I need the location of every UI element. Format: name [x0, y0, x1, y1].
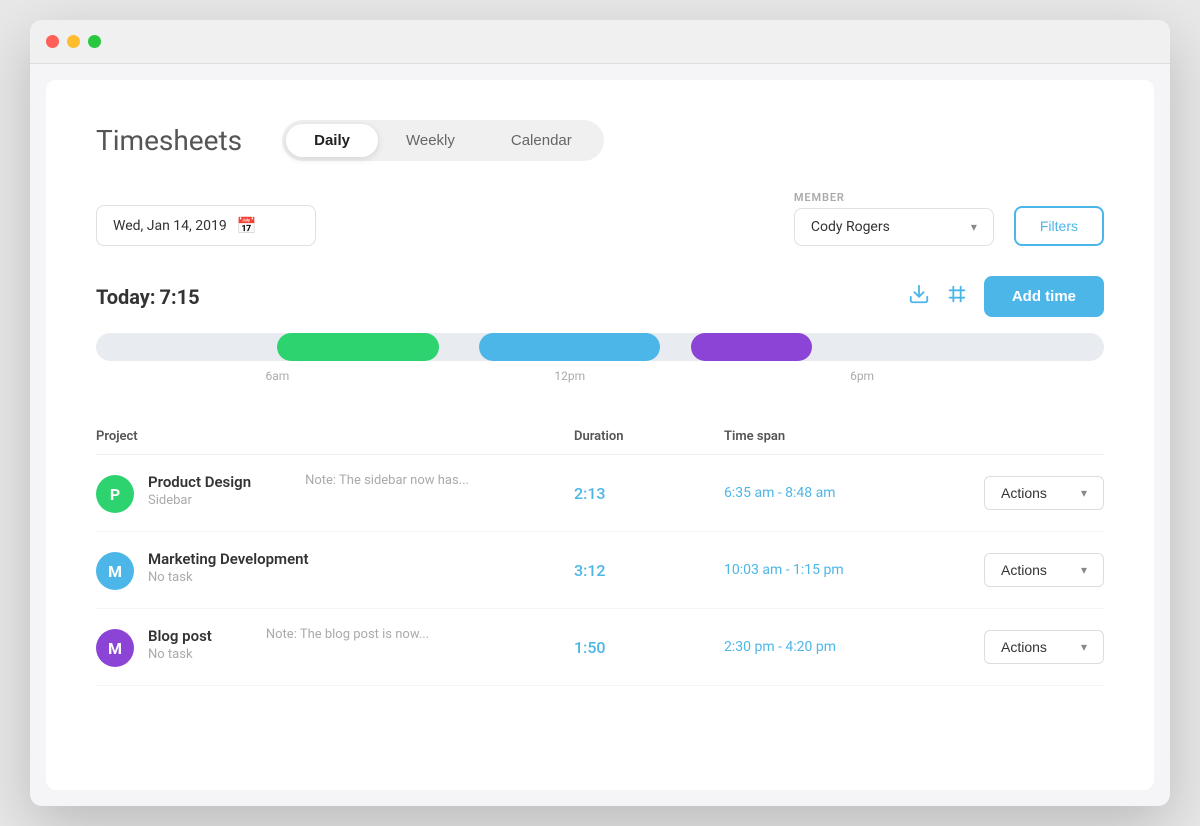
actions-chevron-icon-2: ▾	[1081, 563, 1087, 577]
toolbar-icons: Add time	[908, 276, 1104, 317]
note-1: Note: The sidebar now has...	[305, 473, 469, 488]
avatar-3: M	[96, 629, 134, 667]
traffic-lights	[46, 35, 101, 48]
main-content: Timesheets Daily Weekly Calendar Wed, Ja…	[46, 80, 1154, 790]
timespan-3: 2:30 pm - 4:20 pm	[724, 639, 924, 655]
today-time: 7:15	[159, 285, 199, 309]
actions-cell-3: Actions ▾	[924, 630, 1104, 664]
table-row: M Marketing Development No task 3:12 10:…	[96, 532, 1104, 609]
tab-daily[interactable]: Daily	[286, 124, 378, 157]
table-row: P Product Design Sidebar Note: The sideb…	[96, 455, 1104, 532]
project-sub-1: Sidebar	[148, 493, 251, 508]
today-label: Today:	[96, 285, 156, 309]
project-info-3: Blog post No task	[148, 627, 212, 662]
project-info-1: Product Design Sidebar	[148, 473, 251, 508]
timeline-container: 6am 12pm 6pm	[96, 333, 1104, 389]
tab-weekly[interactable]: Weekly	[378, 124, 483, 157]
col-project: Project	[96, 429, 574, 444]
member-section: MEMBER Cody Rogers ▾	[794, 191, 994, 246]
avatar-1: P	[96, 475, 134, 513]
table-header: Project Duration Time span	[96, 419, 1104, 455]
actions-button-3[interactable]: Actions ▾	[984, 630, 1104, 664]
project-cell-2: M Marketing Development No task	[96, 550, 574, 590]
calendar-icon: 📅	[237, 216, 257, 235]
col-duration: Duration	[574, 429, 724, 444]
duration-3: 1:50	[574, 638, 724, 657]
time-label-12pm: 12pm	[554, 369, 585, 383]
actions-cell-1: Actions ▾	[924, 476, 1104, 510]
member-label: MEMBER	[794, 191, 994, 204]
date-picker[interactable]: Wed, Jan 14, 2019 📅	[96, 205, 316, 246]
actions-button-1[interactable]: Actions ▾	[984, 476, 1104, 510]
minimize-button[interactable]	[67, 35, 80, 48]
duration-1: 2:13	[574, 484, 724, 503]
today-summary: Today: 7:15	[96, 285, 200, 309]
grid-icon[interactable]	[946, 283, 968, 310]
controls-row: Wed, Jan 14, 2019 📅 MEMBER Cody Rogers ▾…	[96, 191, 1104, 246]
actions-button-2[interactable]: Actions ▾	[984, 553, 1104, 587]
actions-chevron-icon-3: ▾	[1081, 640, 1087, 654]
project-info-2: Marketing Development No task	[148, 550, 309, 585]
timeline-labels: 6am 12pm 6pm	[96, 369, 1104, 389]
tab-calendar[interactable]: Calendar	[483, 124, 600, 157]
actions-cell-2: Actions ▾	[924, 553, 1104, 587]
col-actions	[924, 429, 1104, 444]
timeline-segment-green	[277, 333, 438, 361]
maximize-button[interactable]	[88, 35, 101, 48]
header-row: Timesheets Daily Weekly Calendar	[96, 120, 1104, 161]
filters-button[interactable]: Filters	[1014, 206, 1104, 246]
duration-2: 3:12	[574, 561, 724, 580]
project-name-2: Marketing Development	[148, 550, 309, 568]
project-name-1: Product Design	[148, 473, 251, 491]
project-name-3: Blog post	[148, 627, 212, 645]
project-cell-1: P Product Design Sidebar Note: The sideb…	[96, 473, 574, 513]
date-value: Wed, Jan 14, 2019	[113, 218, 227, 234]
time-label-6pm: 6pm	[850, 369, 874, 383]
member-value: Cody Rogers	[811, 219, 890, 235]
close-button[interactable]	[46, 35, 59, 48]
col-timespan: Time span	[724, 429, 924, 444]
member-select[interactable]: Cody Rogers ▾	[794, 208, 994, 246]
timeline-bar	[96, 333, 1104, 361]
actions-chevron-icon-1: ▾	[1081, 486, 1087, 500]
add-time-button[interactable]: Add time	[984, 276, 1104, 317]
timespan-2: 10:03 am - 1:15 pm	[724, 562, 924, 578]
note-3: Note: The blog post is now...	[266, 627, 429, 642]
titlebar	[30, 20, 1170, 64]
avatar-2: M	[96, 552, 134, 590]
project-cell-3: M Blog post No task Note: The blog post …	[96, 627, 574, 667]
timespan-1: 6:35 am - 8:48 am	[724, 485, 924, 501]
timeline-segment-purple	[691, 333, 812, 361]
member-chevron-icon: ▾	[971, 220, 977, 234]
today-row: Today: 7:15 Add time	[96, 276, 1104, 317]
download-icon[interactable]	[908, 283, 930, 310]
table-row: M Blog post No task Note: The blog post …	[96, 609, 1104, 686]
page-title: Timesheets	[96, 124, 242, 157]
project-sub-2: No task	[148, 570, 309, 585]
time-label-6am: 6am	[266, 369, 290, 383]
timesheet-table: Project Duration Time span P Product Des…	[96, 419, 1104, 686]
project-sub-3: No task	[148, 647, 212, 662]
tab-group: Daily Weekly Calendar	[282, 120, 604, 161]
app-window: Timesheets Daily Weekly Calendar Wed, Ja…	[30, 20, 1170, 806]
timeline-segment-blue	[479, 333, 660, 361]
